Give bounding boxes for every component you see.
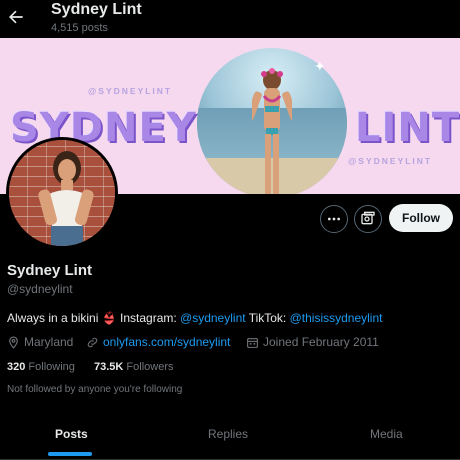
location-text: Maryland — [24, 335, 74, 349]
profile-name: Sydney Lint — [7, 262, 93, 279]
profile-joined: Joined February 2011 — [246, 335, 379, 349]
instagram-mention-link[interactable]: @sydneylint — [180, 311, 246, 325]
profile-location: Maryland — [7, 335, 73, 349]
banner-name-right: LINT — [355, 105, 460, 151]
location-pin-icon — [9, 336, 18, 349]
sparkle-icon: ✦ — [314, 58, 326, 74]
header-title: Sydney Lint — [51, 1, 142, 18]
active-tab-indicator — [48, 452, 92, 456]
banner-handle-left: @SYDNEYLINT — [88, 86, 173, 96]
tab-media[interactable]: Media — [370, 427, 403, 441]
tab-posts[interactable]: Posts — [55, 427, 88, 441]
profile-handle: @sydneylint — [7, 282, 73, 296]
not-followed-note: Not followed by anyone you're following — [7, 384, 183, 395]
tab-replies[interactable]: Replies — [208, 427, 248, 441]
calendar-icon — [247, 337, 258, 348]
more-options-button[interactable] — [320, 205, 348, 233]
image-search-icon — [361, 211, 375, 225]
profile-tabs: Posts Replies Media — [0, 410, 460, 460]
back-arrow-icon[interactable] — [6, 7, 26, 27]
website-link[interactable]: onlyfans.com/sydneylint — [103, 335, 230, 349]
follow-button[interactable]: Follow — [389, 204, 453, 232]
banner-handle-right: @SYDNEYLINT — [348, 156, 433, 166]
bio-text: Always in a bikini — [7, 311, 102, 325]
top-bar: Sydney Lint 4,515 posts — [0, 0, 460, 38]
followers-count: 73.5K — [94, 361, 124, 373]
following-label: Following — [28, 361, 75, 373]
header-post-count: 4,515 posts — [51, 22, 108, 34]
bio-tiktok-label: TikTok: — [245, 311, 290, 325]
banner-person-image — [252, 68, 292, 194]
following-stat[interactable]: 320 Following — [7, 361, 75, 373]
profile-bio: Always in a bikini 👙 Instagram: @sydneyl… — [7, 311, 382, 325]
following-count: 320 — [7, 361, 26, 373]
more-icon — [328, 217, 340, 221]
joined-text: Joined February 2011 — [263, 335, 379, 349]
avatar-person-image — [38, 151, 94, 246]
followers-label: Followers — [126, 361, 174, 373]
bikini-emoji: 👙 — [101, 311, 117, 325]
avatar[interactable] — [6, 137, 118, 249]
tiktok-mention-link[interactable]: @thisissydneylint — [290, 311, 383, 325]
grok-summary-button[interactable] — [354, 205, 382, 233]
followers-stat[interactable]: 73.5K Followers — [94, 361, 174, 373]
bio-instagram-label: Instagram: — [116, 311, 181, 325]
profile-website: onlyfans.com/sydneylint — [86, 335, 230, 349]
link-icon — [87, 337, 98, 347]
